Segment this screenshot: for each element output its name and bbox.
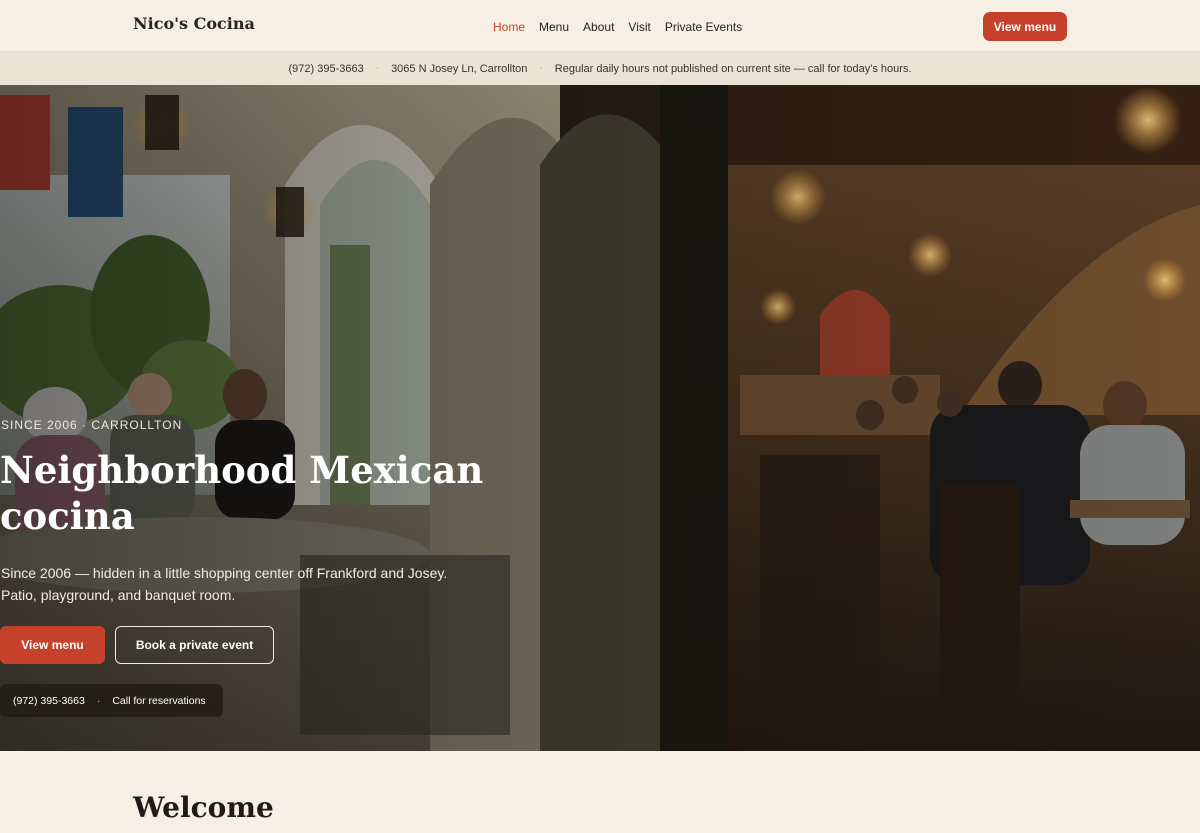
hero-title: Neighborhood Mexican cocina <box>0 448 484 538</box>
nav-private-events[interactable]: Private Events <box>665 20 742 34</box>
header-view-menu-button[interactable]: View menu <box>983 12 1067 41</box>
hero-eyebrow: SINCE 2006 · CARROLLTON <box>1 418 183 432</box>
book-private-event-button[interactable]: Book a private event <box>115 626 274 664</box>
welcome-heading: Welcome <box>133 791 274 824</box>
hero-subtitle-line-1: Since 2006 — hidden in a little shopping… <box>1 565 448 581</box>
nav-about[interactable]: About <box>583 20 614 34</box>
site-header: Nico's Cocina Home Menu About Visit Priv… <box>0 0 1200 52</box>
hero-view-menu-button[interactable]: View menu <box>0 626 105 664</box>
brand-logo[interactable]: Nico's Cocina <box>133 14 255 33</box>
info-strip: (972) 395-3663 · 3065 N Josey Ln, Carrol… <box>0 52 1200 85</box>
separator-dot: · <box>96 694 101 707</box>
separator-dot: · <box>375 63 380 74</box>
info-address[interactable]: 3065 N Josey Ln, Carrollton <box>391 63 527 75</box>
info-hours-note: Regular daily hours not published on cur… <box>554 62 912 75</box>
nav-menu[interactable]: Menu <box>539 20 569 34</box>
reservation-note: Call for reservations <box>112 694 206 707</box>
nav-visit[interactable]: Visit <box>628 20 650 34</box>
hero-content: SINCE 2006 · CARROLLTON Neighborhood Mex… <box>0 85 600 751</box>
reservation-phone-pill[interactable]: (972) 395-3663 · Call for reservations <box>0 684 223 717</box>
info-phone[interactable]: (972) 395-3663 <box>288 63 363 75</box>
reservation-phone[interactable]: (972) 395-3663 <box>13 695 85 707</box>
hero-section: SINCE 2006 · CARROLLTON Neighborhood Mex… <box>0 85 1200 751</box>
nav-home[interactable]: Home <box>493 20 525 34</box>
main-nav: Home Menu About Visit Private Events <box>493 18 742 36</box>
hero-subtitle-line-2: Patio, playground, and banquet room. <box>1 587 236 603</box>
hero-subtitle: Since 2006 — hidden in a little shopping… <box>1 562 471 606</box>
separator-dot: · <box>539 63 543 74</box>
